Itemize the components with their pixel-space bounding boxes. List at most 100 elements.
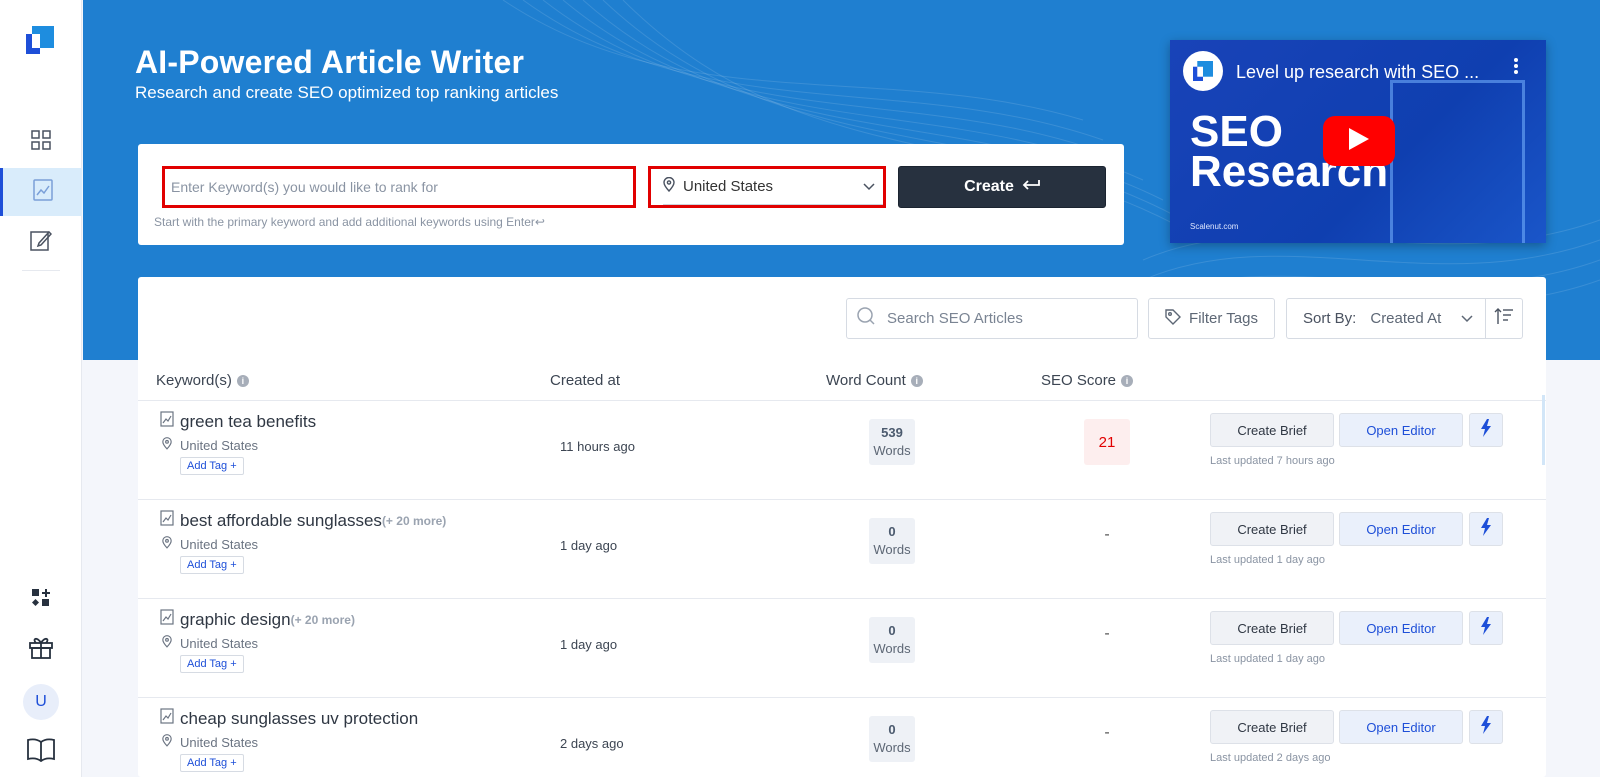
tag-icon <box>1165 308 1182 329</box>
sidebar-item-docs[interactable] <box>0 728 82 776</box>
created-at: 2 days ago <box>560 736 624 751</box>
last-updated: Last updated 1 day ago <box>1210 653 1325 665</box>
row-location: United States <box>162 536 258 552</box>
keyword-link[interactable]: green tea benefits <box>160 411 316 432</box>
create-brief-button[interactable]: Create Brief <box>1210 512 1334 546</box>
created-at: 1 day ago <box>560 538 618 553</box>
articles-list-card: Filter Tags Sort By: Created At Keyword(… <box>138 277 1546 777</box>
word-count-label: Words <box>873 443 911 458</box>
search-input[interactable] <box>887 310 1107 327</box>
quick-action-button[interactable] <box>1469 710 1503 744</box>
info-icon[interactable]: i <box>910 374 923 387</box>
create-button[interactable]: Create <box>898 166 1106 208</box>
chart-document-icon <box>32 178 53 206</box>
sort-label: Sort By: <box>1303 310 1357 327</box>
sort-direction-button[interactable] <box>1485 298 1523 339</box>
info-icon[interactable]: i <box>236 374 249 387</box>
open-editor-button[interactable]: Open Editor <box>1339 710 1463 744</box>
column-header-word-count[interactable]: Word Count i <box>826 372 923 389</box>
word-count-badge: 0 Words <box>869 716 915 762</box>
create-brief-button[interactable]: Create Brief <box>1210 710 1334 744</box>
keyword-input[interactable] <box>171 179 633 195</box>
keyword-link[interactable]: cheap sunglasses uv protection <box>160 708 418 729</box>
sidebar-item-dashboard[interactable] <box>0 118 82 166</box>
play-button[interactable] <box>1323 116 1395 166</box>
location-text: United States <box>180 536 259 552</box>
keyword-text: best affordable sunglasses <box>180 510 382 530</box>
create-brief-button[interactable]: Create Brief <box>1210 413 1334 447</box>
sort-select[interactable]: Sort By: Created At <box>1286 298 1486 339</box>
keyword-text: cheap sunglasses uv protection <box>180 708 419 728</box>
chevron-down-icon <box>863 178 875 195</box>
quick-action-button[interactable] <box>1469 512 1503 546</box>
keyword-text: graphic design <box>180 609 291 629</box>
info-icon[interactable]: i <box>1121 374 1134 387</box>
sidebar-item-integrations[interactable] <box>0 576 82 624</box>
sidebar: U <box>0 0 82 777</box>
search-articles <box>846 298 1138 339</box>
location-text: United States <box>180 635 259 651</box>
created-at: 11 hours ago <box>560 439 635 454</box>
column-header-keyword[interactable]: Keyword(s) i <box>156 372 249 389</box>
column-header-created-label: Created at <box>550 372 621 389</box>
sidebar-item-editor[interactable] <box>0 218 82 266</box>
last-updated: Last updated 1 day ago <box>1210 554 1325 566</box>
create-brief-button[interactable]: Create Brief <box>1210 611 1334 645</box>
add-tag-button[interactable]: Add Tag + <box>180 457 244 475</box>
word-count-label: Words <box>873 542 911 557</box>
play-icon <box>1349 127 1369 155</box>
column-header-word-count-label: Word Count <box>826 372 906 389</box>
open-editor-button[interactable]: Open Editor <box>1339 611 1463 645</box>
add-tag-button[interactable]: Add Tag + <box>180 754 244 772</box>
row-location: United States <box>162 635 258 651</box>
row-location: United States <box>162 734 258 750</box>
open-editor-button[interactable]: Open Editor <box>1339 512 1463 546</box>
edit-icon <box>30 229 53 256</box>
keyword-link[interactable]: graphic design (+ 20 more) <box>160 609 355 630</box>
keyword-link[interactable]: best affordable sunglasses (+ 20 more) <box>160 510 446 531</box>
enter-icon <box>1022 178 1040 196</box>
seo-score-empty: - <box>1104 724 1110 741</box>
sort-value: Created At <box>1370 310 1442 327</box>
add-tag-button[interactable]: Add Tag + <box>180 556 244 574</box>
channel-logo-icon[interactable] <box>1183 51 1223 91</box>
location-text: United States <box>180 734 259 750</box>
sidebar-divider <box>22 270 60 271</box>
lightning-icon <box>1480 715 1492 739</box>
apps-add-icon <box>31 588 51 613</box>
last-updated: Last updated 2 days ago <box>1210 752 1331 764</box>
location-pin-icon <box>162 734 172 750</box>
sidebar-item-gift[interactable] <box>0 625 82 673</box>
avatar[interactable]: U <box>23 684 59 720</box>
quick-action-button[interactable] <box>1469 611 1503 645</box>
seo-score-empty: - <box>1104 625 1110 642</box>
table-row[interactable]: green tea benefits United States Add Tag… <box>138 401 1546 500</box>
location-select[interactable]: United States <box>648 166 886 208</box>
tutorial-video[interactable]: Level up research with SEO ... SEO Resea… <box>1170 40 1546 243</box>
word-count-badge: 0 Words <box>869 617 915 663</box>
keyword-hint: Start with the primary keyword and add a… <box>154 215 545 229</box>
word-count-value: 539 <box>881 425 903 440</box>
lightning-icon <box>1480 616 1492 640</box>
create-article-card: United States Create Start with the prim… <box>138 144 1124 245</box>
quick-action-button[interactable] <box>1469 413 1503 447</box>
page-title: AI-Powered Article Writer <box>135 44 525 80</box>
sidebar-item-seo-articles[interactable] <box>0 168 82 216</box>
scalenut-logo[interactable] <box>26 26 54 54</box>
seo-score-badge: 21 <box>1084 419 1130 465</box>
book-icon <box>27 738 55 767</box>
video-title[interactable]: Level up research with SEO ... <box>1236 62 1479 83</box>
column-header-seo-score-label: SEO Score <box>1041 372 1117 389</box>
avatar-letter: U <box>35 693 47 710</box>
add-tag-button[interactable]: Add Tag + <box>180 655 244 673</box>
filter-tags-button[interactable]: Filter Tags <box>1148 298 1275 339</box>
table-row[interactable]: graphic design (+ 20 more) United States… <box>138 599 1546 698</box>
table-row[interactable]: best affordable sunglasses (+ 20 more) U… <box>138 500 1546 599</box>
column-header-seo-score[interactable]: SEO Score i <box>1041 372 1134 389</box>
column-header-created[interactable]: Created at <box>550 372 620 389</box>
more-options-icon[interactable] <box>1514 58 1518 79</box>
row-location: United States <box>162 437 258 453</box>
open-editor-button[interactable]: Open Editor <box>1339 413 1463 447</box>
location-value: United States <box>683 178 774 195</box>
table-row[interactable]: cheap sunglasses uv protection United St… <box>138 698 1546 777</box>
